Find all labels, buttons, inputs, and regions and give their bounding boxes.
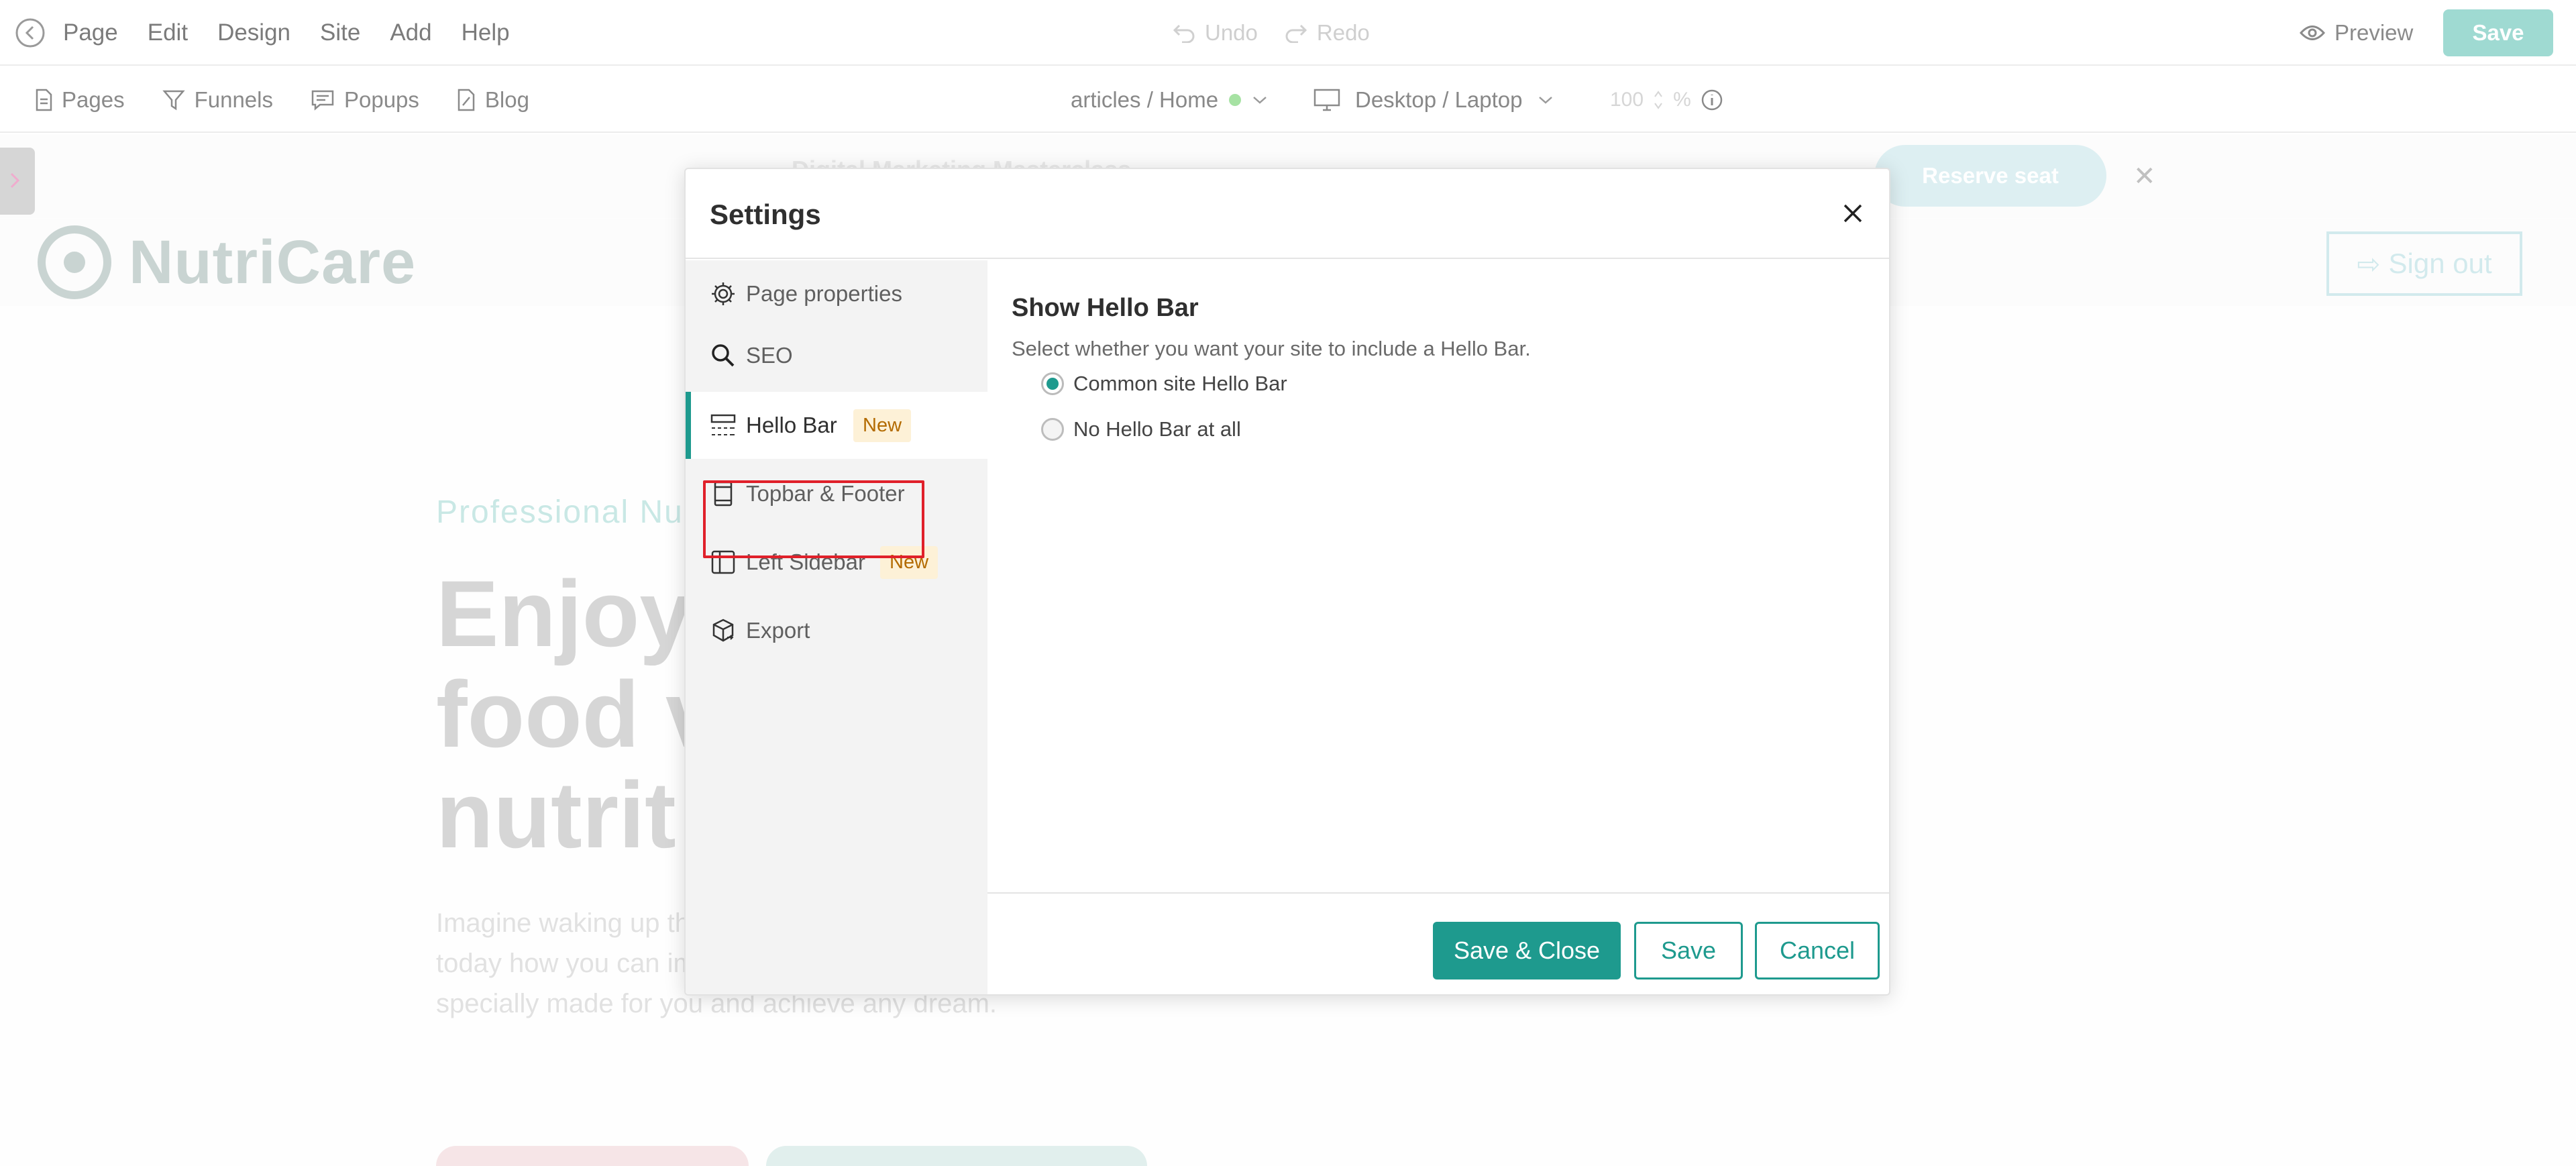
selection-highlight bbox=[703, 480, 924, 558]
zoom-control: 100 % bbox=[1610, 67, 1723, 133]
page-selector[interactable]: articles / Home bbox=[1071, 67, 1268, 133]
nav-hello-bar[interactable]: Hello Bar New bbox=[686, 392, 987, 459]
settings-nav: Page properties SEO Hello Bar New Topbar… bbox=[686, 260, 987, 994]
export-box-icon bbox=[712, 619, 734, 642]
option-no-hello-bar[interactable]: No Hello Bar at all bbox=[1041, 417, 1241, 441]
funnels-label: Funnels bbox=[194, 87, 273, 112]
undo-label: Undo bbox=[1205, 20, 1258, 45]
nav-seo[interactable]: SEO bbox=[686, 322, 987, 389]
status-dot bbox=[1229, 94, 1242, 106]
blog-icon bbox=[458, 89, 475, 111]
undo-icon bbox=[1173, 24, 1195, 43]
nav-page-properties[interactable]: Page properties bbox=[686, 260, 987, 327]
chevron-down-icon bbox=[1538, 97, 1552, 104]
funnels-button[interactable]: Funnels bbox=[162, 87, 273, 113]
nav-export[interactable]: Export bbox=[686, 597, 987, 664]
redo-icon bbox=[1285, 24, 1307, 43]
modal-footer: Save & Close Save Cancel bbox=[987, 892, 1889, 994]
top-menubar: Page Edit Design Site Add Help Undo Redo… bbox=[0, 0, 2576, 66]
popup-icon bbox=[311, 90, 334, 111]
redo-button[interactable]: Redo bbox=[1285, 20, 1370, 46]
eye-icon bbox=[2300, 25, 2325, 40]
hello-bar-icon bbox=[710, 414, 736, 435]
cancel-button[interactable]: Cancel bbox=[1755, 922, 1880, 979]
new-badge: New bbox=[853, 409, 912, 442]
search-icon bbox=[712, 344, 735, 367]
popups-button[interactable]: Popups bbox=[311, 87, 419, 113]
modal-title: Settings bbox=[710, 199, 821, 230]
toolbar-nav: Pages Funnels Popups Blog bbox=[35, 67, 529, 133]
menu-add[interactable]: Add bbox=[390, 19, 431, 46]
save-and-close-button[interactable]: Save & Close bbox=[1433, 922, 1621, 979]
secondary-toolbar: Pages Funnels Popups Blog articles / Hom… bbox=[0, 67, 2576, 133]
option-common-hello-bar[interactable]: Common site Hello Bar bbox=[1041, 372, 1287, 396]
section-description: Select whether you want your site to inc… bbox=[1012, 337, 1531, 360]
gear-icon bbox=[712, 282, 735, 305]
chevron-down-icon bbox=[1253, 97, 1267, 104]
device-label: Desktop / Laptop bbox=[1355, 87, 1523, 112]
option-label: Common site Hello Bar bbox=[1073, 372, 1287, 395]
preview-label: Preview bbox=[2334, 20, 2414, 45]
close-icon[interactable] bbox=[1839, 200, 1866, 227]
undo-button[interactable]: Undo bbox=[1173, 20, 1258, 46]
nav-label: Page properties bbox=[746, 281, 902, 306]
hello-bar-settings: Show Hello Bar Select whether you want y… bbox=[987, 260, 1889, 891]
pages-button[interactable]: Pages bbox=[35, 87, 125, 113]
blog-button[interactable]: Blog bbox=[457, 87, 529, 113]
info-icon[interactable] bbox=[1701, 89, 1723, 111]
menu-site[interactable]: Site bbox=[320, 19, 360, 46]
menu-help[interactable]: Help bbox=[462, 19, 510, 46]
option-label: No Hello Bar at all bbox=[1073, 417, 1241, 441]
preview-button[interactable]: Preview bbox=[2300, 0, 2413, 66]
nav-label: Export bbox=[746, 618, 810, 643]
funnel-icon bbox=[162, 90, 185, 111]
redo-label: Redo bbox=[1316, 20, 1370, 45]
nav-label: SEO bbox=[746, 343, 793, 368]
settings-modal: Settings Page properties SEO Hello Bar N… bbox=[684, 168, 1890, 996]
save-button[interactable]: Save bbox=[1634, 922, 1743, 979]
radio-button-selected[interactable] bbox=[1041, 372, 1064, 395]
monitor-icon bbox=[1313, 89, 1340, 111]
page-icon bbox=[36, 89, 52, 111]
stepper-icon[interactable] bbox=[1653, 89, 1664, 111]
section-title: Show Hello Bar bbox=[1012, 294, 1199, 322]
modal-header: Settings bbox=[686, 169, 1889, 259]
main-menu: Page Edit Design Site Add Help bbox=[63, 0, 539, 66]
device-selector[interactable]: Desktop / Laptop bbox=[1313, 67, 1554, 133]
menu-edit[interactable]: Edit bbox=[148, 19, 188, 46]
top-save-button[interactable]: Save bbox=[2443, 9, 2553, 56]
back-arrow-icon[interactable] bbox=[15, 17, 46, 48]
page-breadcrumb: articles / Home bbox=[1071, 87, 1219, 112]
undo-redo-group: Undo Redo bbox=[1173, 0, 1370, 66]
zoom-unit: % bbox=[1673, 89, 1691, 111]
menu-page[interactable]: Page bbox=[63, 19, 118, 46]
nav-label: Hello Bar bbox=[746, 413, 837, 437]
zoom-value[interactable]: 100 bbox=[1610, 89, 1644, 111]
pages-label: Pages bbox=[62, 87, 125, 112]
radio-button[interactable] bbox=[1041, 418, 1064, 441]
blog-label: Blog bbox=[484, 87, 529, 112]
menu-design[interactable]: Design bbox=[217, 19, 290, 46]
popups-label: Popups bbox=[343, 87, 419, 112]
